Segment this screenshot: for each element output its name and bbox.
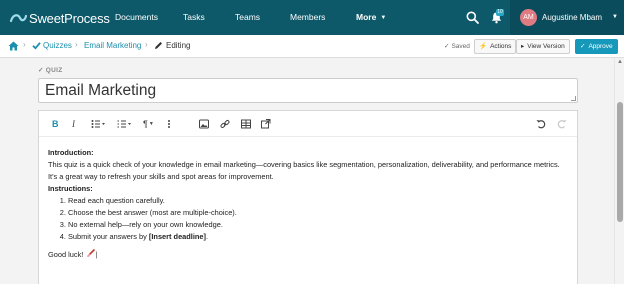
instructions-list: Read each question carefully. Choose the… (48, 195, 568, 243)
bolt-icon: ⚡ (479, 43, 488, 50)
deadline-placeholder: [Insert deadline] (148, 232, 207, 241)
link-icon[interactable] (220, 118, 230, 130)
intro-text: This quiz is a quick check of your knowl… (48, 160, 560, 181)
nav-documents[interactable]: Documents (115, 0, 158, 35)
caret-down-icon: ▼ (380, 15, 387, 21)
actions-button-label: Actions (490, 43, 512, 50)
breadcrumb-bar: › Quizzes › Email Marketing › Editing ✓ S… (0, 35, 624, 58)
nav-more[interactable]: More ▼ (356, 0, 386, 35)
breadcrumb-current: Editing (166, 41, 191, 50)
caret-right-icon: ▸ (521, 43, 525, 50)
bulleted-list-icon[interactable] (91, 118, 107, 130)
breadcrumb-quizzes[interactable]: Quizzes (43, 41, 72, 50)
list-item: Submit your answers by [Insert deadline]… (68, 231, 568, 243)
home-icon[interactable] (8, 41, 19, 51)
resize-handle-icon[interactable] (571, 96, 576, 101)
intro-heading: Introduction: (48, 148, 94, 157)
save-status: ✓ Saved (444, 42, 470, 50)
nav-teams[interactable]: Teams (235, 0, 260, 35)
scrollbar-thumb[interactable] (617, 102, 623, 222)
redo-icon[interactable] (557, 118, 567, 130)
paragraph-format-icon[interactable]: ¶▼ (143, 118, 154, 130)
notification-count-badge: 10 (496, 9, 504, 16)
user-name: Augustine Mbam (542, 13, 603, 22)
approve-button[interactable]: ✓ Approve (575, 39, 618, 54)
caret-down-icon: ▼ (612, 14, 618, 20)
chevron-right-icon: › (23, 40, 26, 49)
scroll-up-arrow-icon[interactable]: ▲ (617, 59, 623, 65)
save-status-label: Saved (451, 43, 470, 50)
undo-icon[interactable] (536, 118, 546, 130)
embed-icon[interactable] (261, 118, 271, 130)
table-icon[interactable] (241, 118, 251, 130)
breadcrumb-email-marketing[interactable]: Email Marketing (84, 41, 141, 50)
editor-content[interactable]: Introduction: This quiz is a quick check… (48, 147, 568, 261)
search-icon[interactable] (466, 11, 479, 24)
nav-tasks[interactable]: Tasks (183, 0, 205, 35)
numbered-list-icon[interactable] (117, 118, 133, 130)
rich-text-editor[interactable]: B I ¶▼ Introduction: This quiz is a quic… (38, 110, 578, 284)
nav-more-label: More (356, 12, 377, 22)
step4-suffix: . (206, 232, 209, 241)
bold-icon[interactable]: B (52, 118, 59, 130)
chevron-right-icon: › (75, 40, 78, 49)
pencil-icon (155, 42, 162, 49)
check-icon: ✓ (38, 67, 44, 74)
quiz-label-text: QUIZ (45, 67, 63, 74)
step4-prefix: Submit your answers by (68, 232, 149, 241)
check-icon: ✓ (444, 43, 450, 50)
view-version-button[interactable]: ▸ View Version (516, 39, 570, 54)
closing-text: Good luck! (48, 250, 84, 259)
image-icon[interactable] (199, 118, 209, 130)
actions-button[interactable]: ⚡ Actions (474, 39, 517, 54)
quiz-title-field[interactable]: Email Marketing (38, 78, 578, 103)
more-vertical-icon[interactable] (167, 118, 171, 130)
nav-members[interactable]: Members (290, 0, 325, 35)
list-item: Read each question carefully. (68, 195, 568, 207)
page-scrollbar[interactable]: ▲ (614, 58, 624, 284)
sweetprocess-logo-icon (9, 14, 27, 23)
check-icon: ✓ (580, 43, 586, 50)
top-navigation: SweetProcess Documents Tasks Teams Membe… (0, 0, 624, 35)
brand-name: SweetProcess (29, 10, 110, 26)
chevron-right-icon: › (145, 40, 148, 49)
brand-logo[interactable]: SweetProcess (9, 9, 110, 27)
list-item: Choose the best answer (most are multipl… (68, 207, 568, 219)
check-icon (32, 42, 41, 50)
instructions-heading: Instructions: (48, 184, 93, 193)
italic-icon[interactable]: I (72, 118, 75, 130)
quiz-title-value: Email Marketing (45, 82, 157, 99)
list-item: No external help—rely on your own knowle… (68, 219, 568, 231)
view-version-label: View Version (527, 43, 565, 50)
quiz-label: ✓ QUIZ (38, 66, 62, 74)
approve-label: Approve (588, 43, 613, 50)
editor-toolbar: B I ¶▼ (39, 111, 577, 137)
user-menu[interactable]: AM Augustine Mbam ▼ (510, 0, 624, 35)
avatar: AM (520, 9, 537, 26)
